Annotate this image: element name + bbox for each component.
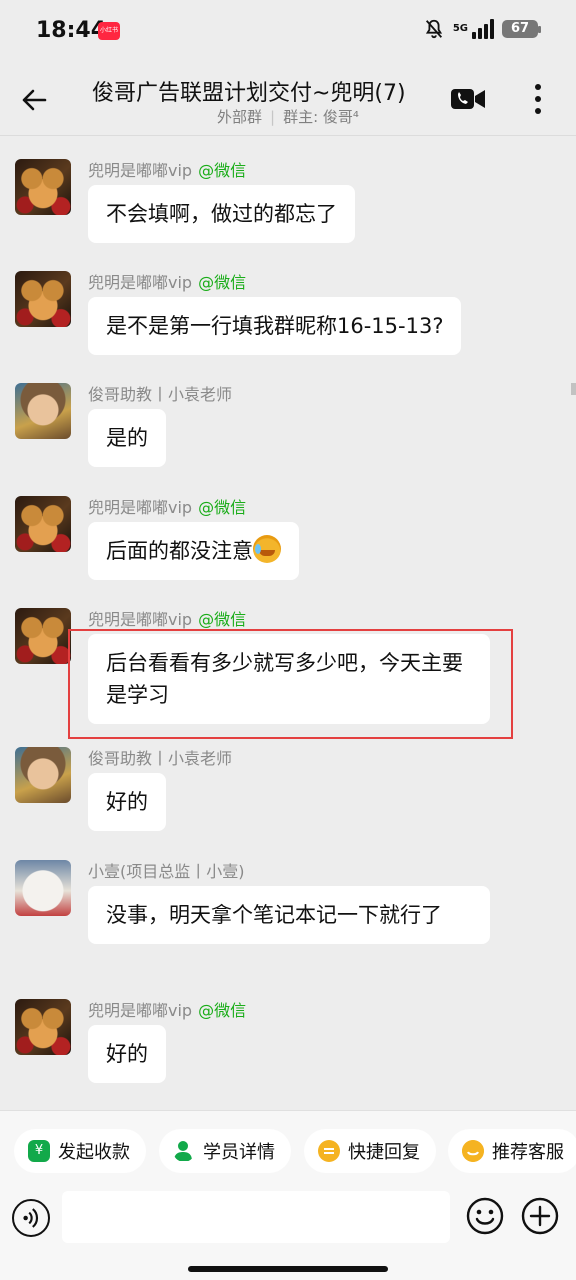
quick-action-label: 发起收款	[58, 1142, 130, 1163]
girl-avatar[interactable]	[15, 383, 71, 439]
message-text: 后面的都没注意	[106, 539, 253, 563]
more-vertical-icon[interactable]	[526, 82, 550, 116]
sender-name: 兜明是嘟嘟vip @微信	[88, 498, 247, 517]
chat-title: 俊哥广告联盟计划交付~兜明(7)	[92, 81, 406, 106]
sender-name: 俊哥助教丨小袁老师	[88, 749, 233, 768]
chat-subtitle: 外部群 | 群主: 俊哥⁴	[217, 108, 359, 126]
message-input[interactable]	[62, 1191, 450, 1243]
girl-avatar[interactable]	[15, 747, 71, 803]
quick-reply-button[interactable]: 快捷回复	[304, 1129, 436, 1173]
quick-action-label: 学员详情	[203, 1142, 275, 1163]
quick-action-label: 推荐客服	[492, 1142, 564, 1163]
tiger-avatar[interactable]	[15, 159, 71, 215]
message-bubble[interactable]: 是不是第一行填我群昵称16-15-13?	[88, 297, 462, 355]
message-bubble[interactable]: 不会填啊，做过的都忘了	[88, 185, 355, 243]
tiger-avatar[interactable]	[15, 271, 71, 327]
group-owner: 群主: 俊哥⁴	[283, 108, 359, 126]
battery-icon: 67	[502, 20, 541, 38]
group-type: 外部群	[217, 108, 263, 126]
sender-name: 兜明是嘟嘟vip @微信	[88, 610, 247, 629]
chat-header: 俊哥广告联盟计划交付~兜明(7) 外部群 | 群主: 俊哥⁴	[0, 62, 576, 136]
network-type: 5G	[452, 23, 468, 34]
status-icons: 5G 67	[423, 18, 541, 40]
plus-icon[interactable]	[521, 1197, 559, 1235]
tiger-avatar[interactable]	[15, 999, 71, 1055]
message-bubble[interactable]: 后面的都没注意	[88, 522, 299, 580]
scrollbar[interactable]	[571, 383, 576, 395]
quick-action-label: 快捷回复	[348, 1142, 420, 1163]
status-bar: 18:44 小红书 5G 67	[0, 0, 576, 62]
home-indicator[interactable]	[188, 1266, 388, 1272]
input-area: ¥ 发起收款 学员详情 快捷回复 推荐客服	[0, 1110, 576, 1280]
user-icon	[174, 1141, 192, 1161]
video-call-icon[interactable]	[450, 86, 486, 112]
status-time: 18:44	[36, 18, 107, 43]
sender-name: 兜明是嘟嘟vip @微信	[88, 161, 247, 180]
battery-level: 67	[510, 21, 530, 36]
crying-face-emoji-icon	[253, 535, 281, 563]
message-bubble[interactable]: 没事，明天拿个笔记本记一下就行了	[88, 886, 490, 944]
service-icon	[462, 1140, 484, 1162]
sender-name: 兜明是嘟嘟vip @微信	[88, 1001, 247, 1020]
message-bubble[interactable]: 好的	[88, 1025, 166, 1083]
highlight-box	[68, 629, 513, 739]
tiger-avatar[interactable]	[15, 496, 71, 552]
collect-payment-button[interactable]: ¥ 发起收款	[14, 1129, 146, 1173]
recommend-service-button[interactable]: 推荐客服	[448, 1129, 576, 1173]
student-details-button[interactable]: 学员详情	[159, 1129, 291, 1173]
app-notification-badge: 小红书	[98, 22, 120, 40]
yen-icon: ¥	[28, 1140, 50, 1162]
tiger-avatar[interactable]	[15, 608, 71, 664]
sender-name: 俊哥助教丨小袁老师	[88, 385, 233, 404]
voice-icon[interactable]	[12, 1199, 50, 1237]
message-bubble[interactable]: 好的	[88, 773, 166, 831]
reply-icon	[318, 1140, 340, 1162]
sender-name: 小壹(项目总监丨小壹)	[88, 862, 245, 881]
message-bubble[interactable]: 是的	[88, 409, 166, 467]
signal-icon	[472, 19, 494, 39]
mute-bell-icon	[425, 19, 442, 39]
emoji-icon[interactable]	[466, 1197, 504, 1235]
bear-avatar[interactable]	[15, 860, 71, 916]
sender-name: 兜明是嘟嘟vip @微信	[88, 273, 247, 292]
